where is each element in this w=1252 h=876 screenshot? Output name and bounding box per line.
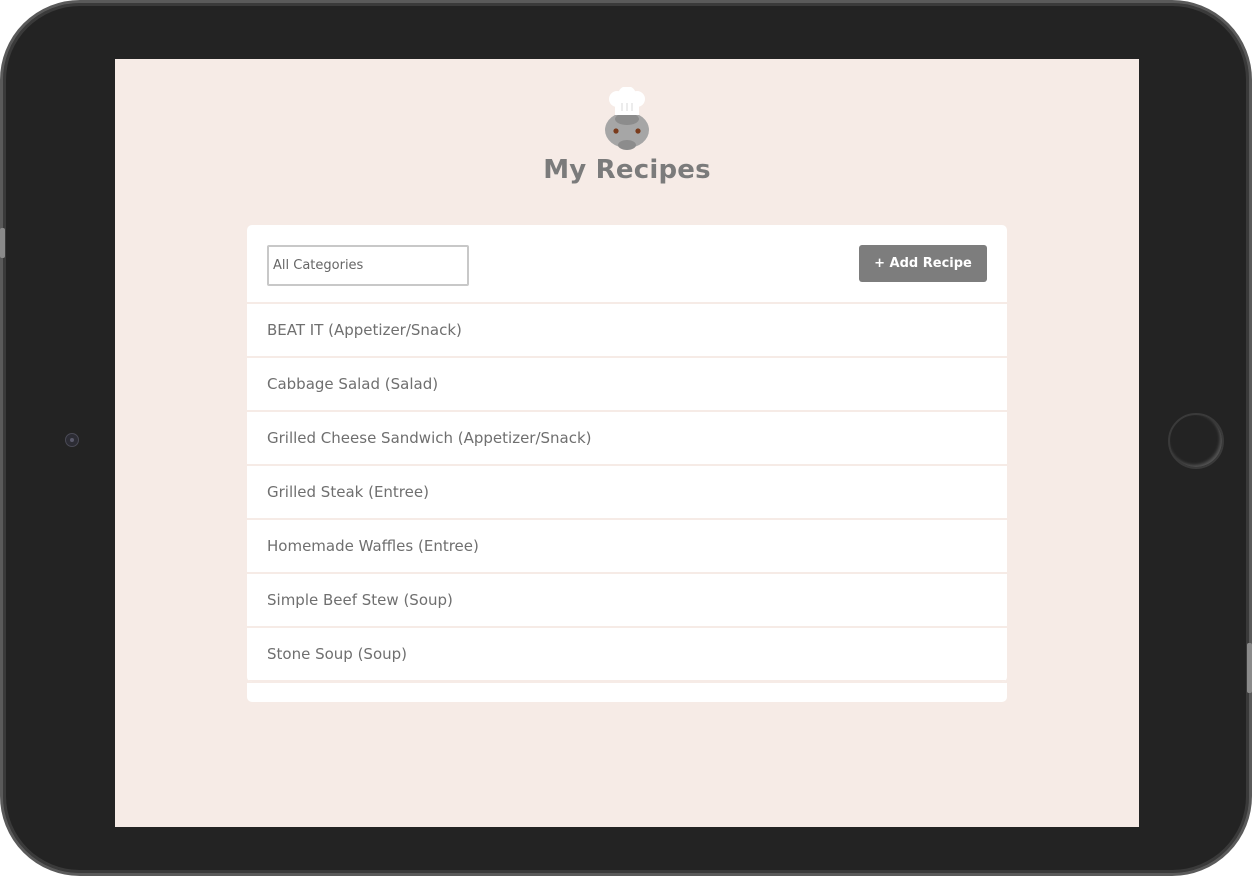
home-button[interactable]: [1168, 413, 1224, 469]
recipe-list-item[interactable]: Cabbage Salad (Salad): [247, 358, 1007, 412]
recipe-list-item[interactable]: Stone Soup (Soup): [247, 628, 1007, 682]
recipe-list-item[interactable]: Simple Beef Stew (Soup): [247, 574, 1007, 628]
recipe-toolbar: All Categories + Add Recipe: [247, 225, 1007, 304]
app-header: My Recipes: [115, 87, 1139, 185]
recipe-list-item[interactable]: BEAT IT (Appetizer/Snack): [247, 304, 1007, 358]
device-side-button: [1247, 643, 1252, 693]
page-title: My Recipes: [543, 155, 711, 185]
recipe-panel-footer: [247, 683, 1007, 702]
recipe-panel: All Categories + Add Recipe BEAT IT (App…: [247, 225, 1007, 682]
recipe-list: BEAT IT (Appetizer/Snack) Cabbage Salad …: [247, 304, 1007, 682]
app-screen: My Recipes All Categories + Add Recipe B…: [115, 59, 1139, 827]
recipe-list-item[interactable]: Grilled Steak (Entree): [247, 466, 1007, 520]
add-recipe-button[interactable]: + Add Recipe: [859, 245, 987, 282]
chef-hat-logo-icon: [605, 87, 649, 150]
front-camera: [65, 433, 79, 447]
recipe-list-item[interactable]: Homemade Waffles (Entree): [247, 520, 1007, 574]
tablet-device-frame: My Recipes All Categories + Add Recipe B…: [0, 0, 1252, 876]
category-filter-select[interactable]: All Categories: [267, 245, 469, 286]
recipe-list-item[interactable]: Grilled Cheese Sandwich (Appetizer/Snack…: [247, 412, 1007, 466]
device-side-button: [0, 228, 5, 258]
